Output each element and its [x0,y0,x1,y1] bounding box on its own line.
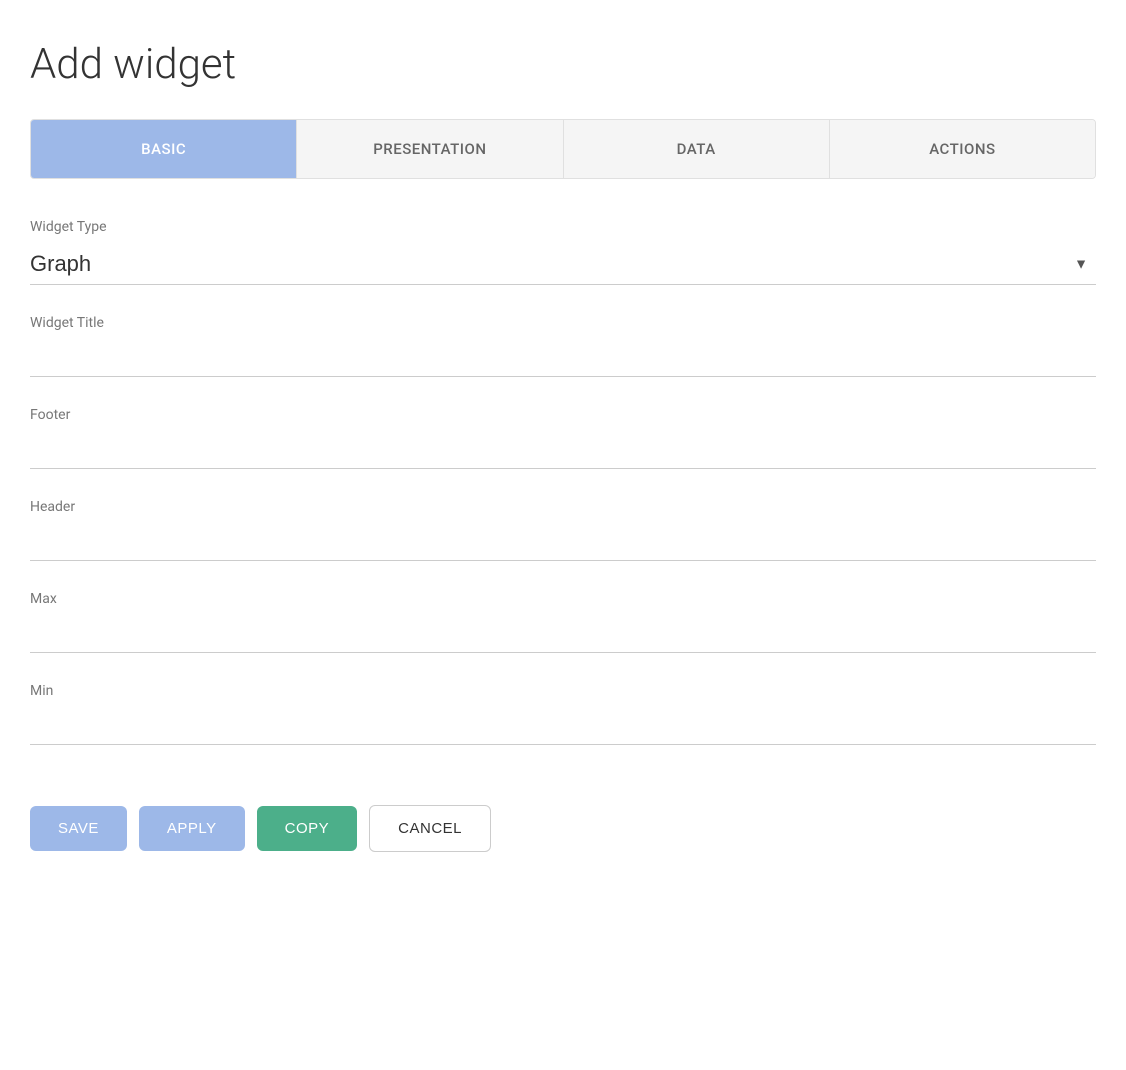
tab-basic[interactable]: BASIC [31,120,297,178]
min-label: Min [30,683,1096,699]
copy-button[interactable]: COPY [257,806,358,851]
widget-type-group: Widget Type Graph Chart Table Text Gauge… [30,219,1096,285]
widget-title-label: Widget Title [30,315,1096,331]
max-label: Max [30,591,1096,607]
header-label: Header [30,499,1096,515]
buttons-row: SAVE APPLY COPY CANCEL [30,805,1096,872]
tab-actions[interactable]: ACTIONS [830,120,1095,178]
footer-group: Footer [30,407,1096,469]
widget-type-select-wrapper: Graph Chart Table Text Gauge ▼ [30,243,1096,285]
footer-input[interactable] [30,431,1096,469]
apply-button[interactable]: APPLY [139,806,245,851]
cancel-button[interactable]: CANCEL [369,805,491,852]
min-input[interactable] [30,707,1096,745]
widget-type-label: Widget Type [30,219,1096,235]
widget-title-input[interactable] [30,339,1096,377]
save-button[interactable]: SAVE [30,806,127,851]
header-group: Header [30,499,1096,561]
widget-title-group: Widget Title [30,315,1096,377]
widget-type-select[interactable]: Graph Chart Table Text Gauge [30,243,1096,285]
min-group: Min [30,683,1096,745]
footer-label: Footer [30,407,1096,423]
tabs-bar: BASIC PRESENTATION DATA ACTIONS [30,119,1096,179]
tab-presentation[interactable]: PRESENTATION [297,120,563,178]
header-input[interactable] [30,523,1096,561]
max-group: Max [30,591,1096,653]
max-input[interactable] [30,615,1096,653]
form-section: Widget Type Graph Chart Table Text Gauge… [30,219,1096,745]
page-title: Add widget [30,40,1096,89]
tab-data[interactable]: DATA [564,120,830,178]
